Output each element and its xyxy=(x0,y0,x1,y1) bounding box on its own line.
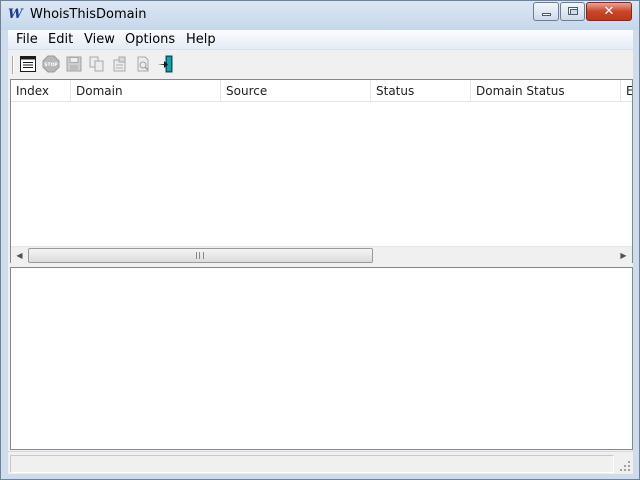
close-icon: ✕ xyxy=(603,4,615,19)
toolbar: STOP xyxy=(8,51,633,79)
column-header-domain-status[interactable]: Domain Status xyxy=(471,80,621,101)
menu-bar: File Edit View Options Help xyxy=(8,30,633,50)
close-button[interactable]: ✕ xyxy=(586,2,632,21)
status-pane xyxy=(10,455,614,473)
details-panel[interactable] xyxy=(10,267,633,450)
refresh-icon[interactable] xyxy=(134,55,152,73)
window-title: WhoisThisDomain xyxy=(30,7,147,22)
minimize-icon xyxy=(542,13,551,16)
menu-edit[interactable]: Edit xyxy=(48,32,73,48)
properties-icon[interactable] xyxy=(111,55,129,73)
scroll-right-icon[interactable]: ▶ xyxy=(615,247,632,264)
svg-text:STOP: STOP xyxy=(44,62,58,68)
column-header-truncated[interactable]: E xyxy=(621,80,632,101)
maximize-button[interactable] xyxy=(560,2,585,21)
menu-options[interactable]: Options xyxy=(125,32,175,48)
minimize-button[interactable] xyxy=(533,2,559,21)
menu-help[interactable]: Help xyxy=(186,32,216,48)
list-header: Index Domain Source Status Domain Status… xyxy=(11,80,632,102)
scrollbar-thumb[interactable] xyxy=(28,248,373,263)
scroll-left-icon[interactable]: ◀ xyxy=(11,247,28,264)
status-bar xyxy=(8,451,633,474)
app-window: W WhoisThisDomain ✕ File Edit View Optio… xyxy=(0,0,640,480)
domain-list-icon[interactable] xyxy=(19,55,37,73)
maximize-icon xyxy=(568,7,578,15)
exit-icon[interactable] xyxy=(157,55,175,73)
menu-file[interactable]: File xyxy=(16,32,38,48)
column-header-status[interactable]: Status xyxy=(371,80,471,101)
toolbar-grip xyxy=(12,56,14,74)
title-bar[interactable]: W WhoisThisDomain ✕ xyxy=(1,1,639,30)
column-header-domain[interactable]: Domain xyxy=(71,80,221,101)
size-grip-icon[interactable] xyxy=(619,460,631,472)
column-header-index[interactable]: Index xyxy=(11,80,71,101)
column-header-source[interactable]: Source xyxy=(221,80,371,101)
horizontal-scrollbar[interactable]: ◀ ▶ xyxy=(11,246,632,263)
copy-icon[interactable] xyxy=(88,55,106,73)
whois-app-icon: W xyxy=(8,7,23,22)
stop-icon[interactable]: STOP xyxy=(42,55,60,73)
save-icon[interactable] xyxy=(65,55,83,73)
scrollbar-grip-icon xyxy=(196,252,204,259)
domain-list-view[interactable]: Index Domain Source Status Domain Status… xyxy=(10,79,633,263)
client-area: File Edit View Options Help STOP Index D… xyxy=(8,30,633,474)
menu-view[interactable]: View xyxy=(84,32,115,48)
